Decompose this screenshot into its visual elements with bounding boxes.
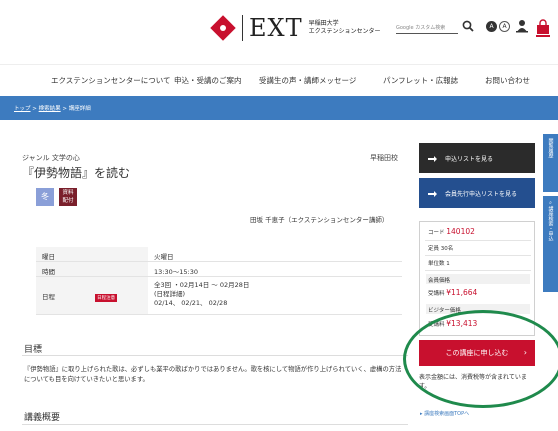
- view-application-list-button[interactable]: 申込リストを見る: [419, 143, 535, 173]
- course-code-label: コード: [428, 230, 445, 236]
- logo-text: EXT: [249, 14, 303, 42]
- nav-item-voices[interactable]: 受講生の声・講師メッセージ: [259, 75, 356, 86]
- units: 単位数 1: [428, 261, 450, 267]
- logo-sub-line2: エクステンションセンター: [308, 28, 381, 35]
- card-divider: [425, 240, 531, 241]
- breadcrumb-top[interactable]: トップ: [14, 106, 31, 112]
- site-logo[interactable]: EXT 早稲田大学 エクステンションセンター: [210, 14, 380, 42]
- season-badge: 冬: [36, 188, 54, 206]
- history-tab[interactable]: 閲覧履歴: [543, 134, 558, 192]
- nav-item-guide[interactable]: 申込・受講のご案内: [174, 75, 242, 86]
- highlight-ellipse: [403, 310, 558, 408]
- search-icon[interactable]: [462, 20, 474, 32]
- course-genre: ジャンル 文学の心: [22, 154, 80, 162]
- schedule-line1: 全3回 ・02月14日 〜 02月28日: [154, 281, 250, 289]
- schedule-detail-link[interactable]: (日程詳細): [154, 290, 396, 299]
- hand-pointer-icon: [428, 191, 437, 197]
- logo-mark-icon: [210, 15, 236, 41]
- course-search-top-link[interactable]: ▸ 講座検索画面TOPへ: [420, 410, 469, 417]
- schedule-label-cell: 日程 日程注意: [36, 276, 148, 315]
- nav-item-pamphlet[interactable]: パンフレット・広報誌: [383, 75, 458, 86]
- card-divider: [425, 255, 531, 256]
- objective-heading: 目標: [24, 345, 43, 355]
- member-price-label: 会員価格: [428, 278, 451, 284]
- member-fee-label: 受講料: [428, 291, 445, 297]
- logo-subtitle: 早稲田大学 エクステンションセンター: [309, 20, 381, 36]
- time-label: 時間: [36, 261, 148, 277]
- page-title: 『伊勢物語』を読む: [22, 166, 131, 180]
- course-code-value: 140102: [446, 227, 475, 236]
- material-badge: 資料 配付: [59, 188, 77, 206]
- course-search-tab[interactable]: ⌕ 講座検索・申込: [543, 196, 558, 292]
- breadcrumb-bar: トップ > 検索結果 > 講座詳細: [0, 96, 558, 120]
- hand-pointer-icon: [428, 156, 437, 162]
- logo-sub-line1: 早稲田大学: [308, 20, 339, 27]
- schedule-notice-badge: 日程注意: [95, 294, 118, 302]
- weekday-label: 曜日: [36, 247, 148, 262]
- objective-text: 『伊勢物語』に取り上げられた歌は、必ずしも業平の歌ばかりではありません。歌を核に…: [24, 366, 402, 383]
- mypage-icon[interactable]: [516, 19, 528, 33]
- course-code: コード 140102: [428, 227, 475, 236]
- view-application-list-label: 申込リストを見る: [445, 155, 494, 163]
- schedule-value: 全3回 ・02月14日 〜 02月28日 (日程詳細) 02/14、 02/21…: [148, 276, 402, 315]
- instructor-name[interactable]: 田坂 千恵子（エクステンションセンター講師）: [250, 214, 388, 224]
- font-size-normal-button[interactable]: A: [499, 21, 510, 32]
- course-search-tab-label: 講座検索・申込: [547, 206, 554, 241]
- course-school: 早稲田校: [370, 154, 398, 162]
- breadcrumb-separator: >: [62, 106, 67, 112]
- cart-icon[interactable]: [535, 18, 551, 38]
- overview-divider: [22, 424, 408, 425]
- font-size-large-button[interactable]: A: [486, 21, 497, 32]
- table-row: 曜日 火曜日: [36, 247, 402, 262]
- table-row: 時間 13:30〜15:30: [36, 261, 402, 277]
- time-value: 13:30〜15:30: [148, 261, 402, 277]
- overview-heading: 講義概要: [24, 413, 61, 423]
- schedule-dates: 02/14、 02/21、 02/28: [154, 299, 228, 307]
- weekday-value: 火曜日: [148, 247, 402, 262]
- global-nav: エクステンションセンターについて 申込・受講のご案内 受講生の声・講師メッセージ…: [0, 64, 558, 96]
- material-badge-line2: 配付: [62, 198, 74, 204]
- breadcrumb-separator: >: [32, 106, 37, 112]
- search-input[interactable]: Google カスタム検索: [396, 24, 458, 34]
- capacity: 定員 30名: [428, 246, 454, 252]
- nav-item-about[interactable]: エクステンションセンターについて: [51, 75, 171, 86]
- objective-divider: [22, 355, 408, 356]
- member-fee-value: ¥11,664: [446, 288, 478, 297]
- history-tab-label: 閲覧履歴: [547, 138, 554, 158]
- member-fee: 受講料 ¥11,664: [428, 288, 477, 297]
- card-divider: [425, 270, 531, 271]
- logo-divider: [242, 15, 243, 41]
- table-row: 日程 日程注意 全3回 ・02月14日 〜 02月28日 (日程詳細) 02/1…: [36, 276, 402, 315]
- breadcrumb-search-results[interactable]: 検索結果: [39, 106, 61, 112]
- schedule-label: 日程: [42, 293, 55, 301]
- course-info-table: 曜日 火曜日 時間 13:30〜15:30 日程 日程注意 全3回 ・02月14…: [36, 247, 402, 315]
- breadcrumb: トップ > 検索結果 > 講座詳細: [14, 104, 91, 112]
- material-badge-line1: 資料: [62, 190, 74, 196]
- course-search-top-label: 講座検索画面TOPへ: [424, 411, 470, 417]
- site-header: EXT 早稲田大学 エクステンションセンター Google カスタム検索 A A: [0, 0, 558, 64]
- view-member-list-button[interactable]: 会員先行申込リストを見る: [419, 178, 535, 208]
- breadcrumb-current: 講座詳細: [68, 106, 91, 112]
- nav-item-contact[interactable]: お問い合わせ: [485, 75, 530, 86]
- view-member-list-label: 会員先行申込リストを見る: [445, 190, 518, 198]
